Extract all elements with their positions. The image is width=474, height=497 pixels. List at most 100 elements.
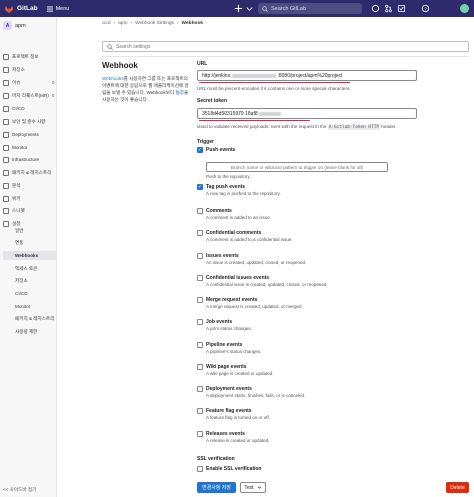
sidebar-subitem[interactable]: 패키지 & 레지스트리 <box>15 314 54 323</box>
checkbox-checked[interactable]: ✓ <box>197 147 203 153</box>
sidebar-item-label: Monitor <box>12 145 28 150</box>
trigger-option[interactable]: Wiki page events <box>197 363 247 371</box>
page-title: Webhook <box>102 61 138 70</box>
chevron-down-icon[interactable] <box>245 4 254 13</box>
sidebar-item[interactable]: 이슈 0 <box>3 78 54 87</box>
trigger-option[interactable]: Issues events <box>197 252 239 260</box>
help-icon[interactable]: ? <box>421 4 430 13</box>
trigger-option[interactable]: Confidential comments <box>197 229 261 237</box>
test-button[interactable]: Test <box>240 482 266 493</box>
sidebar-project[interactable]: A apm <box>3 21 26 30</box>
todo-icon[interactable] <box>397 4 406 13</box>
trigger-option[interactable]: Feature flag events <box>197 407 252 415</box>
delete-button[interactable]: Delete <box>446 482 469 493</box>
sidebar-subitem[interactable]: 연동 <box>15 238 23 247</box>
url-input[interactable]: http://jenkins.:8080/project/apm%20proje… <box>197 70 417 81</box>
trigger-option[interactable]: ✓ Push events <box>197 146 235 154</box>
sidebar-subitem[interactable]: Monitor <box>15 302 30 311</box>
ssl-verification-option[interactable]: Enable SSL verification <box>197 465 261 473</box>
sidebar-subitem[interactable]: 액세스 토큰 <box>15 264 37 273</box>
sidebar-item[interactable]: Monitor <box>3 143 27 152</box>
sidebar-subitem[interactable]: Webhooks <box>3 251 56 260</box>
secret-token-help: Used to validate received payloads. Sent… <box>197 124 397 130</box>
svg-text:?: ? <box>424 6 427 11</box>
sidebar-item[interactable]: CI/CD <box>3 104 25 113</box>
checkbox-unchecked[interactable] <box>197 364 203 370</box>
checkbox-unchecked[interactable] <box>197 431 203 437</box>
checkbox-unchecked[interactable] <box>197 342 203 348</box>
trigger-description: A job's status changes. <box>206 326 252 331</box>
webhooks-docs-link[interactable]: Webhooks <box>102 76 124 81</box>
sidebar-item[interactable]: 보안 및 준수 사항 <box>3 117 45 126</box>
checkbox-checked[interactable]: ✓ <box>197 184 203 190</box>
token-help-code: X-Gitlab-Token HTTP <box>327 125 380 130</box>
trigger-option[interactable]: Job events <box>197 318 232 326</box>
issues-icon <box>3 79 9 86</box>
divider <box>102 56 469 57</box>
secret-token-input[interactable]: 3518d4d50315979 18af8 <box>197 108 417 119</box>
hamburger-icon <box>46 6 53 12</box>
sidebar-item[interactable]: 머지 리퀘스트(MR) 0 <box>3 91 54 100</box>
checkbox-unchecked[interactable] <box>197 208 203 214</box>
breadcrumb-item[interactable]: cicd <box>102 21 111 26</box>
sidebar-item-label: 위키 <box>12 195 21 201</box>
trigger-description: A comment is added to an issue. <box>206 215 272 220</box>
trigger-option[interactable]: Confidential issues events <box>197 274 269 282</box>
sidebar-item[interactable]: Infrastructure <box>3 155 39 164</box>
trigger-option[interactable]: Deployment events <box>197 385 252 393</box>
gitlab-logo-icon[interactable] <box>4 4 14 14</box>
global-search-input[interactable]: Search GitLab <box>258 3 362 14</box>
trigger-option[interactable]: Comments <box>197 207 232 215</box>
branch-filter-input[interactable]: Branch name or wildcard pattern to trigg… <box>206 162 388 172</box>
annotation-underline <box>199 82 350 84</box>
ssl-checkbox[interactable] <box>197 466 203 472</box>
sidebar-item[interactable]: 분석 <box>3 181 20 190</box>
checkbox-unchecked[interactable] <box>197 386 203 392</box>
sidebar-item[interactable]: 위키 <box>3 194 20 203</box>
sidebar-item-label: 패키지 & 레지스트리 <box>12 169 52 175</box>
user-avatar[interactable] <box>460 4 469 13</box>
checkbox-unchecked[interactable] <box>197 319 203 325</box>
sidebar-subitem[interactable]: 일반 <box>15 226 23 235</box>
trigger-option[interactable]: Merge request events <box>197 296 257 304</box>
plus-icon[interactable] <box>234 4 243 13</box>
sidebar-item[interactable]: 프로젝트 정보 <box>3 52 39 61</box>
deploy-icon <box>3 131 9 138</box>
collapse-sidebar-button[interactable]: << 사이드바 접기 <box>3 487 36 493</box>
trigger-description: A wiki page is created or updated. <box>206 371 274 376</box>
trigger-option[interactable]: Releases events <box>197 430 245 438</box>
url-help: URL must be percent-encoded if it contai… <box>197 86 351 91</box>
breadcrumb: cicd › apm › Webhook Settings › Webhook <box>102 21 203 26</box>
breadcrumb-item[interactable]: apm <box>118 21 127 26</box>
sidebar-item[interactable]: 스니펫 <box>3 206 25 215</box>
menu-button[interactable]: Menu <box>46 5 70 12</box>
sidebar-item[interactable]: 저장소 <box>3 65 25 74</box>
breadcrumb-separator: › <box>113 21 116 26</box>
trigger-option[interactable]: ✓ Tag push events <box>197 183 245 191</box>
checkbox-unchecked[interactable] <box>197 230 203 236</box>
settings-search-input[interactable]: Search settings <box>102 41 469 52</box>
sidebar-item[interactable]: 패키지 & 레지스트리 <box>3 168 51 177</box>
trigger-name: Confidential issues events <box>206 275 270 281</box>
checkbox-unchecked[interactable] <box>197 253 203 259</box>
sidebar-item-label: Deployments <box>12 132 39 137</box>
menu-label: Menu <box>55 5 70 12</box>
trigger-option[interactable]: Pipeline events <box>197 341 242 349</box>
checkbox-unchecked[interactable] <box>197 408 203 414</box>
breadcrumb-item[interactable]: Webhook Settings <box>135 21 174 26</box>
url-value-start: http://jenkins. <box>202 72 232 79</box>
checkbox-unchecked[interactable] <box>197 275 203 281</box>
integrations-link[interactable]: 통합 <box>175 90 183 95</box>
trigger-name: Issues events <box>206 253 239 259</box>
trigger-name: Job events <box>206 319 233 325</box>
sidebar-subitem[interactable]: 저장소 <box>15 276 28 285</box>
sidebar-item[interactable]: Deployments <box>3 130 39 139</box>
brand-name[interactable]: GitLab <box>17 5 38 12</box>
sidebar-subitem[interactable]: 사용량 제한 <box>15 327 37 336</box>
checkbox-unchecked[interactable] <box>197 297 203 303</box>
save-changes-button[interactable]: 변경사항 저장 <box>197 482 236 493</box>
merge-request-icon[interactable] <box>384 4 393 13</box>
gear-icon <box>3 220 9 227</box>
sidebar-subitem[interactable]: CI/CD <box>15 289 28 298</box>
issues-icon[interactable] <box>371 4 380 13</box>
